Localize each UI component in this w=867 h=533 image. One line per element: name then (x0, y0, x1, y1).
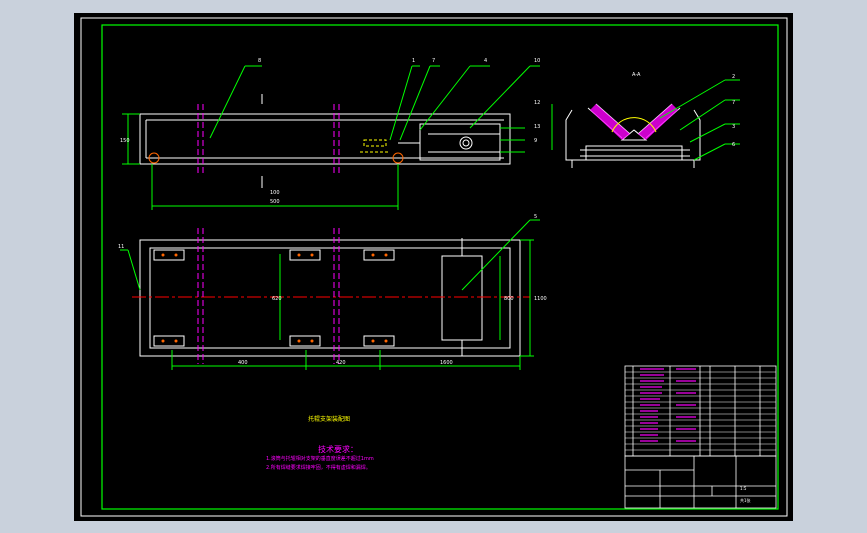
callout-label: 11 (118, 244, 124, 250)
dimension-value: 150 (120, 138, 130, 144)
callout-label: 3 (732, 124, 735, 130)
notes-title: 技术要求： (318, 444, 358, 454)
callout-label: 6 (732, 142, 735, 148)
callout-label: 7 (732, 100, 735, 106)
dimension-value: 420 (336, 360, 346, 366)
title-block-sheet: 共1张 (740, 497, 751, 503)
assembly-caption: 托辊支架装配图 (308, 415, 350, 423)
dimension-value: 1600 (440, 360, 453, 366)
callout-label: 8 (258, 58, 261, 64)
callout-label: 7 (432, 58, 435, 64)
callout-label: 1 (412, 58, 415, 64)
title-block-scale: 1:5 (740, 486, 747, 491)
section-label: A-A (632, 72, 641, 78)
note-line: 1.滚筒与托辊相对支架的垂直度误差不超过1mm (266, 455, 374, 462)
callout-label: 13 (534, 124, 540, 130)
cad-drawing-canvas[interactable]: 8 1 7 4 10 2 7 3 6 5 11 12 13 9 A-A 500 … (0, 0, 867, 533)
dimension-value: 620 (272, 296, 282, 302)
note-line: 2.所有焊缝要求焊接牢固，不得有虚焊和漏焊。 (266, 464, 371, 471)
dimension-value: 400 (238, 360, 248, 366)
model-space[interactable] (74, 13, 793, 521)
callout-label: 5 (534, 214, 537, 220)
callout-label: 10 (534, 58, 540, 64)
dimension-value: 800 (504, 296, 514, 302)
dimension-value: 1100 (534, 296, 547, 302)
dimension-value: 100 (270, 190, 280, 196)
callout-label: 9 (534, 138, 537, 144)
callout-label: 2 (732, 74, 735, 80)
callout-label: 12 (534, 100, 540, 106)
dimension-value: 500 (270, 199, 280, 205)
callout-label: 4 (484, 58, 487, 64)
